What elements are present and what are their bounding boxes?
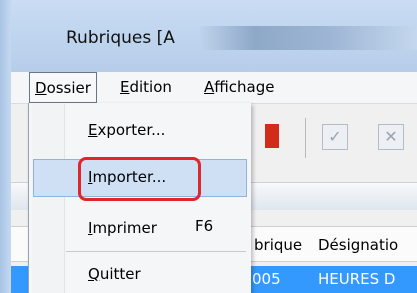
quitter-mnemonic: Q	[88, 265, 100, 283]
quitter-label: uitter	[99, 265, 141, 283]
column-header-designation[interactable]: Désignatio	[318, 236, 398, 254]
menu-edition-label: dition	[129, 78, 172, 96]
cell-code: 005	[252, 270, 281, 288]
importer-highlight-annotation	[78, 157, 201, 201]
toolbar-separator	[305, 118, 306, 158]
menu-dossier-label: ossier	[46, 79, 91, 97]
menu-affichage-label: ffichage	[214, 78, 275, 96]
exporter-label: xporter...	[97, 121, 166, 139]
menu-item-exporter[interactable]: Exporter...	[88, 121, 165, 139]
window-left-edge	[0, 0, 11, 293]
window-title: Rubriques [A	[66, 28, 175, 48]
menu-separator	[66, 251, 246, 252]
menu-affichage-mnemonic: A	[204, 78, 215, 96]
close-icon[interactable]: ✕	[378, 124, 404, 150]
menu-dossier[interactable]: Dossier	[29, 72, 97, 103]
cell-designation: HEURES D	[318, 270, 396, 288]
menu-icon-gutter	[32, 104, 65, 293]
menu-item-imprimer[interactable]: Imprimer	[88, 219, 157, 237]
toolbar-red-button[interactable]	[265, 124, 279, 148]
menu-dossier-mnemonic: D	[35, 79, 47, 97]
menu-edition[interactable]: Edition	[115, 72, 177, 102]
check-icon[interactable]: ✓	[322, 124, 348, 150]
column-header-rubrique[interactable]: brique	[254, 236, 302, 254]
imprimer-label: mprimer	[92, 219, 157, 237]
imprimer-shortcut: F6	[195, 217, 214, 235]
title-redacted	[200, 26, 417, 50]
menu-item-quitter[interactable]: Quitter	[88, 265, 141, 283]
menubar: Dossier Edition Affichage	[11, 72, 417, 104]
menu-affichage[interactable]: Affichage	[199, 72, 279, 102]
